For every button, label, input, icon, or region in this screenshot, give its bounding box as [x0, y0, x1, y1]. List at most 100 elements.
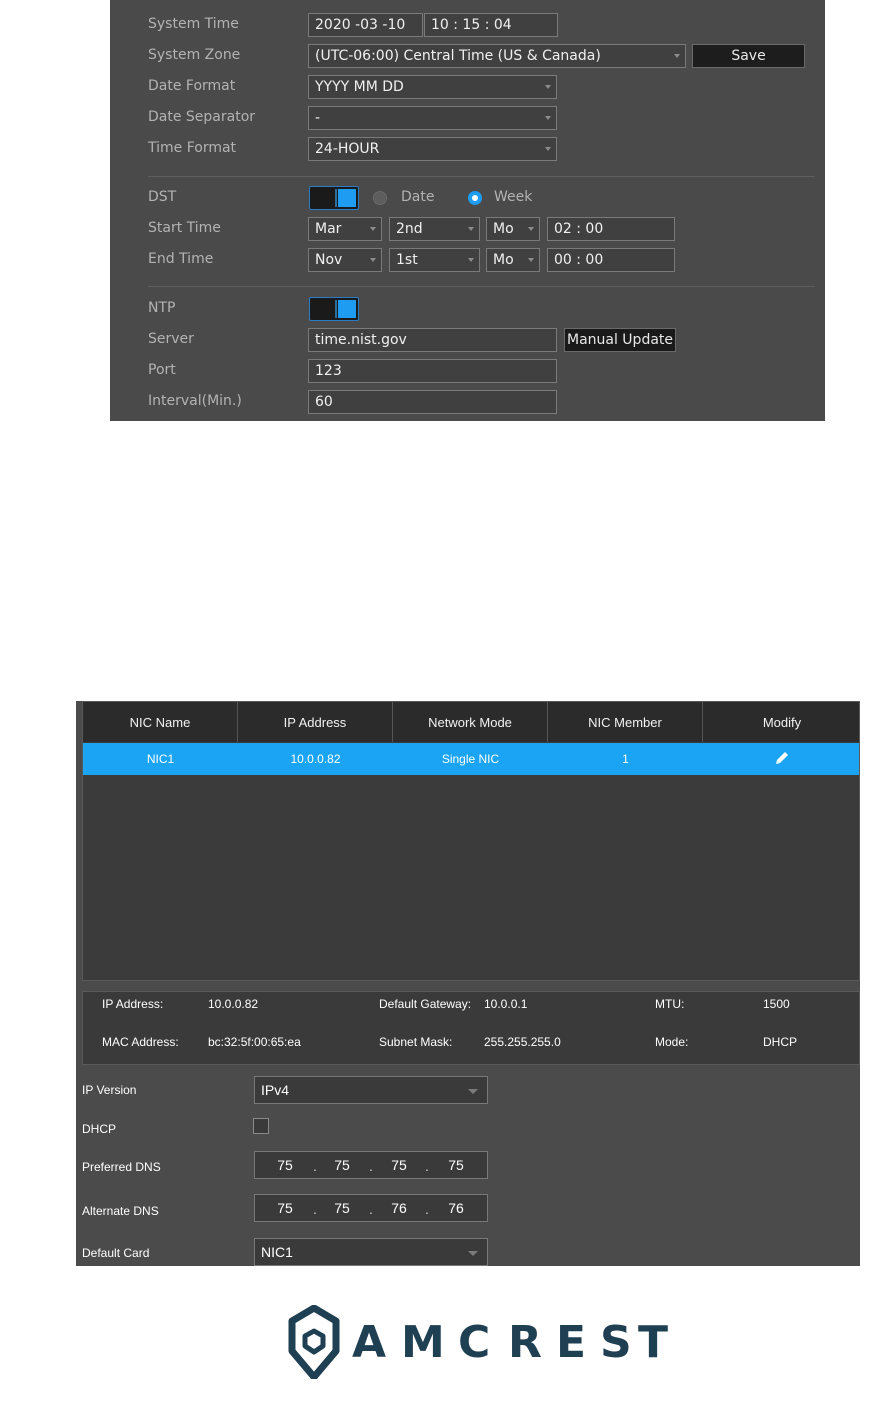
column-header-network-mode[interactable]: Network Mode — [393, 702, 548, 742]
save-button[interactable]: Save — [692, 44, 805, 68]
dst-date-radio[interactable] — [373, 191, 387, 205]
column-header-ip-address[interactable]: IP Address — [238, 702, 393, 742]
ip-version-value: IPv4 — [261, 1082, 290, 1098]
dhcp-label: DHCP — [82, 1122, 117, 1136]
chevron-down-icon — [545, 147, 551, 151]
nic-info-box: IP Address: 10.0.0.82 Default Gateway: 1… — [82, 991, 860, 1065]
chevron-down-icon — [528, 258, 534, 262]
ip-dot: . — [369, 1201, 373, 1217]
alternate-dns-input[interactable]: 75 . 75 . 76 . 76 — [254, 1194, 488, 1222]
info-gateway-label: Default Gateway: — [379, 997, 472, 1011]
pencil-icon[interactable] — [774, 750, 790, 766]
ip-dot: . — [369, 1158, 373, 1174]
cell-nic-name: NIC1 — [146, 752, 175, 766]
ip-octet[interactable]: 75 — [267, 1152, 303, 1178]
info-mac-label: MAC Address: — [102, 1035, 179, 1049]
ip-octet[interactable]: 75 — [324, 1152, 360, 1178]
system-clock-input[interactable]: 10 : 15 : 04 — [424, 13, 558, 37]
column-header-modify: Modify — [762, 715, 802, 730]
toggle-knob — [338, 300, 356, 318]
ip-dot: . — [313, 1158, 317, 1174]
interval-label: Interval(Min.) — [148, 393, 242, 409]
server-input[interactable]: time.nist.gov — [308, 328, 557, 352]
start-day-select[interactable]: Mo — [486, 217, 540, 241]
start-week-value: 2nd — [396, 221, 423, 237]
ip-version-select[interactable]: IPv4 — [254, 1076, 488, 1104]
end-time-label: End Time — [148, 251, 214, 267]
table-header: NIC Name IP Address Network Mode NIC Mem… — [83, 702, 859, 742]
chevron-down-icon — [370, 258, 376, 262]
system-time-label: System Time — [148, 16, 239, 32]
dst-week-radio[interactable] — [468, 191, 482, 205]
toggle-divider — [335, 189, 337, 207]
ip-octet[interactable]: 75 — [438, 1152, 474, 1178]
dst-week-label: Week — [494, 189, 533, 205]
date-separator-select[interactable]: - — [308, 106, 557, 130]
dst-toggle[interactable] — [309, 186, 359, 210]
date-separator-label: Date Separator — [148, 109, 256, 125]
chevron-down-icon — [468, 1251, 478, 1256]
ntp-toggle[interactable] — [309, 297, 359, 321]
column-header-nic-name[interactable]: NIC Name — [83, 702, 238, 742]
amcrest-logo: A M C R E S T — [288, 1305, 668, 1379]
logo-letter: S — [600, 1317, 632, 1368]
info-subnet-label: Subnet Mask: — [379, 1035, 453, 1049]
date-format-value: YYYY MM DD — [315, 79, 404, 95]
ip-octet[interactable]: 75 — [381, 1152, 417, 1178]
info-mode-value: DHCP — [763, 1035, 798, 1049]
toggle-divider — [335, 300, 337, 318]
network-settings-panel: NIC Name IP Address Network Mode NIC Mem… — [76, 701, 860, 1266]
logo-letter: R — [508, 1317, 542, 1368]
chevron-down-icon — [468, 1089, 478, 1094]
logo-letter: A — [352, 1317, 387, 1368]
end-day-select[interactable]: Mo — [486, 248, 540, 272]
start-week-select[interactable]: 2nd — [389, 217, 480, 241]
start-clock-input[interactable]: 02 : 00 — [547, 217, 675, 241]
column-header-nic-member[interactable]: NIC Member — [548, 702, 703, 742]
chevron-down-icon — [528, 227, 534, 231]
logo-letter: T — [638, 1317, 669, 1368]
date-format-label: Date Format — [148, 78, 236, 94]
chevron-down-icon — [468, 227, 474, 231]
manual-update-button[interactable]: Manual Update — [564, 328, 676, 352]
system-zone-select[interactable]: (UTC-06:00) Central Time (US & Canada) — [308, 44, 686, 68]
info-mode-label: Mode: — [655, 1035, 689, 1049]
end-month-select[interactable]: Nov — [308, 248, 382, 272]
ip-dot: . — [313, 1201, 317, 1217]
start-month-select[interactable]: Mar — [308, 217, 382, 241]
ip-dot: . — [425, 1201, 429, 1217]
date-format-select[interactable]: YYYY MM DD — [308, 75, 557, 99]
info-mtu-label: MTU: — [655, 997, 685, 1011]
ip-octet[interactable]: 75 — [267, 1195, 303, 1221]
cell-modify — [703, 743, 860, 775]
ip-octet[interactable]: 76 — [381, 1195, 417, 1221]
chevron-down-icon — [468, 258, 474, 262]
info-subnet-value: 255.255.255.0 — [484, 1035, 561, 1049]
end-week-select[interactable]: 1st — [389, 248, 480, 272]
table-row[interactable]: NIC1 10.0.0.82 Single NIC 1 — [83, 743, 859, 775]
info-mac-value: bc:32:5f:00:65:ea — [208, 1035, 301, 1049]
logo-letter: E — [556, 1317, 587, 1368]
logo-letter: M — [401, 1317, 445, 1368]
cell-nic-member: 1 — [622, 752, 629, 766]
alternate-dns-label: Alternate DNS — [82, 1204, 159, 1218]
info-ip-address-value: 10.0.0.82 — [208, 997, 259, 1011]
interval-input[interactable]: 60 — [308, 390, 557, 414]
section-divider — [148, 286, 815, 287]
preferred-dns-input[interactable]: 75 . 75 . 75 . 75 — [254, 1151, 488, 1179]
default-card-select[interactable]: NIC1 — [254, 1238, 488, 1266]
system-date-input[interactable]: 2020 -03 -10 — [308, 13, 423, 37]
ip-octet[interactable]: 76 — [438, 1195, 474, 1221]
dhcp-checkbox[interactable] — [253, 1118, 269, 1134]
ip-octet[interactable]: 75 — [324, 1195, 360, 1221]
end-week-value: 1st — [396, 252, 418, 268]
time-format-select[interactable]: 24-HOUR — [308, 137, 557, 161]
end-clock-input[interactable]: 00 : 00 — [547, 248, 675, 272]
system-zone-label: System Zone — [148, 47, 241, 63]
start-time-label: Start Time — [148, 220, 221, 236]
info-mtu-value: 1500 — [763, 997, 790, 1011]
port-input[interactable]: 123 — [308, 359, 557, 383]
logo-letter: C — [458, 1317, 491, 1368]
cell-ip-address: 10.0.0.82 — [290, 752, 341, 766]
time-settings-panel: System Time 2020 -03 -10 10 : 15 : 04 Sy… — [110, 0, 825, 421]
